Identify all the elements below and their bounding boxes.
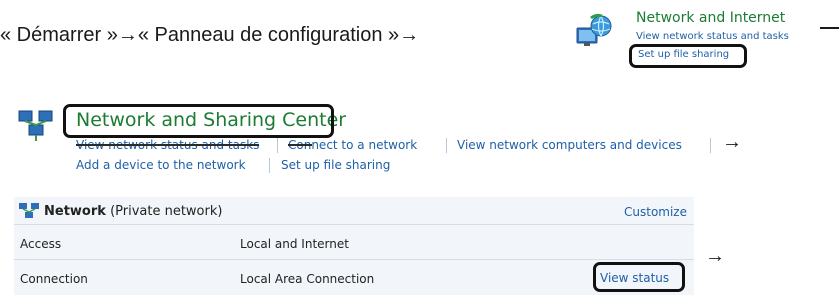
continuation-dash — [820, 27, 839, 29]
arrow-right: → — [705, 245, 725, 267]
network-label: Network (Private network) — [44, 204, 222, 219]
arrow-right: → — [722, 131, 742, 153]
separator — [446, 138, 447, 153]
divider — [14, 259, 694, 260]
network-computers-icon — [18, 202, 40, 220]
network-name: Network — [44, 204, 106, 219]
customize-link[interactable]: Customize — [624, 205, 687, 219]
instruction-text: « Démarrer »→« Panneau de configuration … — [0, 24, 420, 46]
add-device-link[interactable]: Add a device to the network — [76, 158, 246, 172]
view-network-status-link-2[interactable]: View network status and tasks — [76, 138, 260, 152]
category-title[interactable]: Network and Internet — [636, 10, 785, 26]
callout-file-sharing — [629, 44, 747, 68]
separator — [710, 138, 711, 153]
strikethrough — [288, 144, 312, 147]
divider — [14, 224, 694, 225]
view-network-status-link[interactable]: View network status and tasks — [636, 31, 789, 42]
connect-to-network-link[interactable]: Connect to a network — [288, 138, 417, 152]
connection-label: Connection — [20, 272, 88, 286]
callout-sharing-center — [63, 104, 334, 138]
separator — [269, 158, 270, 173]
connection-value: Local Area Connection — [240, 272, 375, 286]
access-value: Local and Internet — [240, 237, 349, 251]
network-globe-icon — [574, 10, 614, 50]
separator — [277, 138, 278, 153]
callout-view-status — [593, 262, 685, 292]
strikethrough — [76, 144, 260, 147]
access-label: Access — [20, 237, 62, 251]
set-up-file-sharing-link-2[interactable]: Set up file sharing — [281, 158, 390, 172]
view-network-computers-link[interactable]: View network computers and devices — [457, 138, 682, 152]
network-type: (Private network) — [110, 204, 223, 219]
network-computers-icon — [18, 108, 54, 142]
